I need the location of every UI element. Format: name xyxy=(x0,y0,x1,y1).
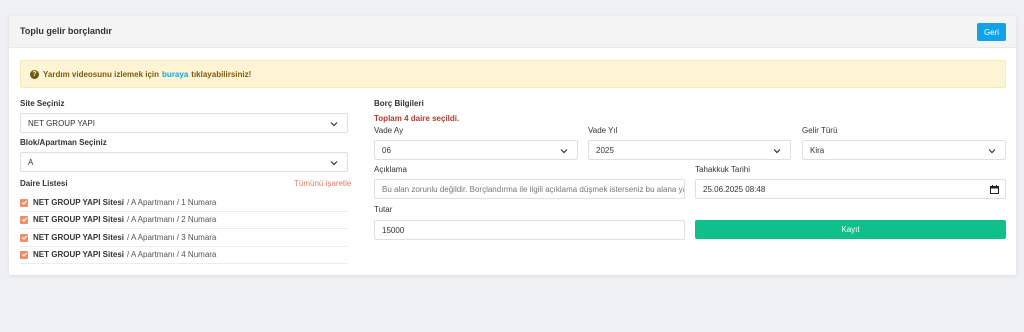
tahakkuk-date-input[interactable]: 25.06.2025 08:48 xyxy=(695,179,1006,199)
section-title: Borç Bilgileri xyxy=(374,99,424,108)
help-video-link[interactable]: buraya xyxy=(162,70,188,79)
checkbox-checked[interactable] xyxy=(20,233,28,242)
unit-path: / A Apartmanı / 4 Numara xyxy=(127,250,217,259)
alert-prefix: Yardım videosunu izlemek için xyxy=(43,69,160,79)
block-select[interactable]: A xyxy=(20,152,348,172)
page-title: Toplu gelir borçlandır xyxy=(20,26,112,36)
chevron-down-icon xyxy=(773,149,781,154)
site-label: Site Seçiniz xyxy=(20,99,65,108)
unit-site: NET GROUP YAPI Sitesi xyxy=(33,215,124,224)
main-card: Toplu gelir borçlandır Geri ? Yardım vid… xyxy=(9,16,1016,275)
block-label: Blok/Apartman Seçiniz xyxy=(20,138,107,147)
save-button[interactable]: Kayıt xyxy=(695,220,1006,239)
unit-path: / A Apartmanı / 1 Numara xyxy=(127,198,217,207)
help-alert: ? Yardım videosunu izlemek için buraya t… xyxy=(20,60,1006,88)
unit-row[interactable]: NET GROUP YAPI Sitesi / A Apartmanı / 1 … xyxy=(20,194,348,212)
tahakkuk-label: Tahakkuk Tarihi xyxy=(695,165,750,174)
aciklama-input[interactable]: Bu alan zorunlu değildir. Borçlandırma i… xyxy=(374,179,685,199)
gelir-turu-value: Kira xyxy=(810,145,825,155)
unit-row[interactable]: NET GROUP YAPI Sitesi / A Apartmanı / 4 … xyxy=(20,246,348,264)
block-select-value: A xyxy=(28,157,34,167)
site-select[interactable]: NET GROUP YAPI xyxy=(20,113,348,133)
site-select-value: NET GROUP YAPI xyxy=(28,118,95,128)
vade-ay-value: 06 xyxy=(382,145,391,155)
chevron-down-icon xyxy=(330,122,338,127)
unit-path: / A Apartmanı / 3 Numara xyxy=(127,233,217,242)
unit-site: NET GROUP YAPI Sitesi xyxy=(33,233,124,242)
calendar-icon[interactable] xyxy=(990,185,999,194)
units-label: Daire Listesi xyxy=(20,179,68,188)
chevron-down-icon xyxy=(988,149,996,154)
tutar-label: Tutar xyxy=(374,205,393,214)
tutar-input[interactable]: 15000 xyxy=(374,220,685,240)
selected-info: Toplam 4 daire seçildi. xyxy=(374,114,460,123)
vade-yil-value: 2025 xyxy=(596,145,614,155)
back-button[interactable]: Geri xyxy=(977,23,1006,41)
unit-row[interactable]: NET GROUP YAPI Sitesi / A Apartmanı / 3 … xyxy=(20,229,348,247)
chevron-down-icon xyxy=(330,161,338,166)
unit-site: NET GROUP YAPI Sitesi xyxy=(33,250,124,259)
alert-suffix: tıklayabilirsiniz! xyxy=(191,69,252,79)
select-all-link[interactable]: Tümünü işaretle xyxy=(294,179,351,188)
unit-row[interactable]: NET GROUP YAPI Sitesi / A Apartmanı / 2 … xyxy=(20,211,348,229)
checkbox-checked[interactable] xyxy=(20,198,28,207)
gelir-turu-label: Gelir Türü xyxy=(802,126,838,135)
checkbox-checked[interactable] xyxy=(20,215,28,224)
checkbox-checked[interactable] xyxy=(20,250,28,259)
chevron-down-icon xyxy=(560,149,568,154)
vade-yil-select[interactable]: 2025 xyxy=(588,140,791,160)
tahakkuk-value: 25.06.2025 08:48 xyxy=(703,184,766,194)
gelir-turu-select[interactable]: Kira xyxy=(802,140,1006,160)
vade-yil-label: Vade Yıl xyxy=(588,126,618,135)
card-header: Toplu gelir borçlandır Geri xyxy=(9,16,1016,48)
vade-ay-label: Vade Ay xyxy=(374,126,404,135)
unit-site: NET GROUP YAPI Sitesi xyxy=(33,198,124,207)
help-icon: ? xyxy=(30,69,39,79)
unit-path: / A Apartmanı / 2 Numara xyxy=(127,215,217,224)
vade-ay-select[interactable]: 06 xyxy=(374,140,578,160)
aciklama-label: Açıklama xyxy=(374,165,407,174)
